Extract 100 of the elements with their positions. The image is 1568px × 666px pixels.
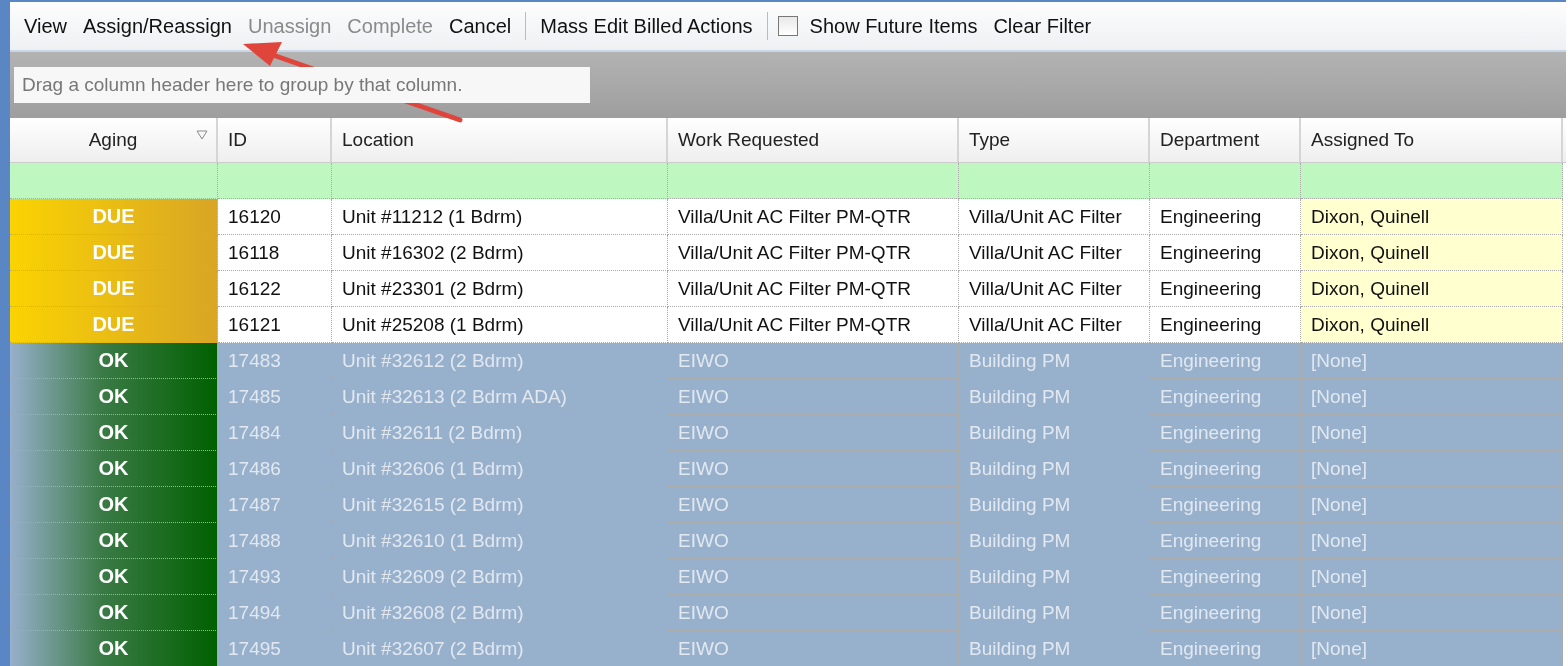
table-cell: EIWO: [668, 595, 959, 631]
table-cell: [None]: [1301, 487, 1563, 523]
table-cell: Unit #32612 (2 Bdrm): [332, 343, 668, 379]
table-cell: Villa/Unit AC Filter PM-QTR: [668, 307, 959, 343]
table-cell: Villa/Unit AC Filter PM-QTR: [668, 199, 959, 235]
table-cell: Engineering: [1150, 415, 1301, 451]
table-cell: 16118: [218, 235, 332, 271]
table-cell: OK: [10, 487, 218, 523]
table-cell: 16122: [218, 271, 332, 307]
checkbox[interactable]: [777, 16, 798, 36]
table-cell: [None]: [1301, 631, 1563, 666]
table-cell: EIWO: [668, 487, 959, 523]
table-cell: Unit #32611 (2 Bdrm): [332, 415, 668, 451]
table-cell: 17488: [218, 523, 332, 559]
table-cell: OK: [10, 343, 218, 379]
table-cell: Engineering: [1150, 271, 1301, 307]
table-cell: OK: [10, 559, 218, 595]
table-cell: EIWO: [668, 631, 959, 666]
table-cell: Dixon, Quinell: [1301, 271, 1563, 307]
table-cell: 17495: [218, 631, 332, 666]
table-cell: Engineering: [1150, 199, 1301, 235]
table-cell: [None]: [1301, 451, 1563, 487]
table-cell: EIWO: [668, 343, 959, 379]
table-cell: [None]: [1301, 415, 1563, 451]
table-cell: Building PM: [959, 631, 1150, 666]
table-cell: DUE: [10, 307, 218, 343]
table-cell: Unit #23301 (2 Bdrm): [332, 271, 668, 307]
table-cell: OK: [10, 451, 218, 487]
table-cell: Building PM: [959, 415, 1150, 451]
table-cell: Engineering: [1150, 559, 1301, 595]
table-cell: Dixon, Quinell: [1301, 235, 1563, 271]
table-cell: [None]: [1301, 343, 1563, 379]
table-cell: [None]: [1301, 595, 1563, 631]
toolbar-button[interactable]: Clear Filter: [985, 14, 1100, 38]
table-cell: Engineering: [1150, 307, 1301, 343]
table-cell: Engineering: [1150, 235, 1301, 271]
table-cell: Building PM: [959, 523, 1150, 559]
toolbar-button[interactable]: Mass Edit Billed Actions: [532, 14, 761, 38]
table-cell: Unit #32613 (2 Bdrm ADA): [332, 379, 668, 415]
table-cell: [None]: [1301, 379, 1563, 415]
table-cell: Unit #32606 (1 Bdrm): [332, 451, 668, 487]
table-cell: Dixon, Quinell: [1301, 307, 1563, 343]
table-cell: Unit #32607 (2 Bdrm): [332, 631, 668, 666]
table-cell: Villa/Unit AC Filter: [959, 199, 1150, 235]
table-cell: Building PM: [959, 451, 1150, 487]
table-cell: Unit #25208 (1 Bdrm): [332, 307, 668, 343]
table-cell: Building PM: [959, 559, 1150, 595]
table-cell: Unit #32608 (2 Bdrm): [332, 595, 668, 631]
toolbar-button[interactable]: View: [16, 14, 75, 38]
table-cell: 17493: [218, 559, 332, 595]
table-cell: OK: [10, 631, 218, 666]
table-cell: Engineering: [1150, 343, 1301, 379]
table-cell: Building PM: [959, 487, 1150, 523]
checkbox-label[interactable]: Show Future Items: [801, 14, 986, 38]
table-cell: Engineering: [1150, 523, 1301, 559]
table-cell: Engineering: [1150, 631, 1301, 666]
group-by-field[interactable]: Drag a column header here to group by that column.: [14, 67, 590, 103]
table-cell: OK: [10, 523, 218, 559]
table-cell: Unit #32609 (2 Bdrm): [332, 559, 668, 595]
table-cell: EIWO: [668, 451, 959, 487]
table-cell: Unit #11212 (1 Bdrm): [332, 199, 668, 235]
table-cell: [None]: [1301, 523, 1563, 559]
table-cell: OK: [10, 379, 218, 415]
table-cell: 17494: [218, 595, 332, 631]
table-cell: Villa/Unit AC Filter PM-QTR: [668, 235, 959, 271]
table-cell: EIWO: [668, 559, 959, 595]
table-cell: 17484: [218, 415, 332, 451]
table-cell: Engineering: [1150, 487, 1301, 523]
table-cell: 17487: [218, 487, 332, 523]
table-cell: Engineering: [1150, 595, 1301, 631]
table-cell: DUE: [10, 235, 218, 271]
table-cell: Dixon, Quinell: [1301, 199, 1563, 235]
table-cell: Engineering: [1150, 379, 1301, 415]
table-cell: Villa/Unit AC Filter: [959, 235, 1150, 271]
table-cell: DUE: [10, 199, 218, 235]
table-cell: 17486: [218, 451, 332, 487]
table-cell: Building PM: [959, 343, 1150, 379]
table-cell: [None]: [1301, 559, 1563, 595]
table-cell: Villa/Unit AC Filter: [959, 271, 1150, 307]
table-cell: OK: [10, 415, 218, 451]
table-cell: Building PM: [959, 379, 1150, 415]
table-cell: Unit #32615 (2 Bdrm): [332, 487, 668, 523]
table-cell: Unit #32610 (1 Bdrm): [332, 523, 668, 559]
table-cell: 17483: [218, 343, 332, 379]
toolbar-button[interactable]: Assign/Reassign: [75, 14, 240, 38]
table-cell: EIWO: [668, 415, 959, 451]
table-cell: EIWO: [668, 523, 959, 559]
table-cell: Villa/Unit AC Filter PM-QTR: [668, 271, 959, 307]
toolbar-button[interactable]: Cancel: [440, 14, 520, 38]
table-cell: Villa/Unit AC Filter: [959, 307, 1150, 343]
table-cell: Unit #16302 (2 Bdrm): [332, 235, 668, 271]
filter-icon[interactable]: [196, 130, 208, 140]
table-cell: 17485: [218, 379, 332, 415]
table-cell: EIWO: [668, 379, 959, 415]
table-cell: 16120: [218, 199, 332, 235]
table-cell: Engineering: [1150, 451, 1301, 487]
table-cell: Building PM: [959, 595, 1150, 631]
table-cell: 16121: [218, 307, 332, 343]
table-cell: OK: [10, 595, 218, 631]
table-cell: DUE: [10, 271, 218, 307]
